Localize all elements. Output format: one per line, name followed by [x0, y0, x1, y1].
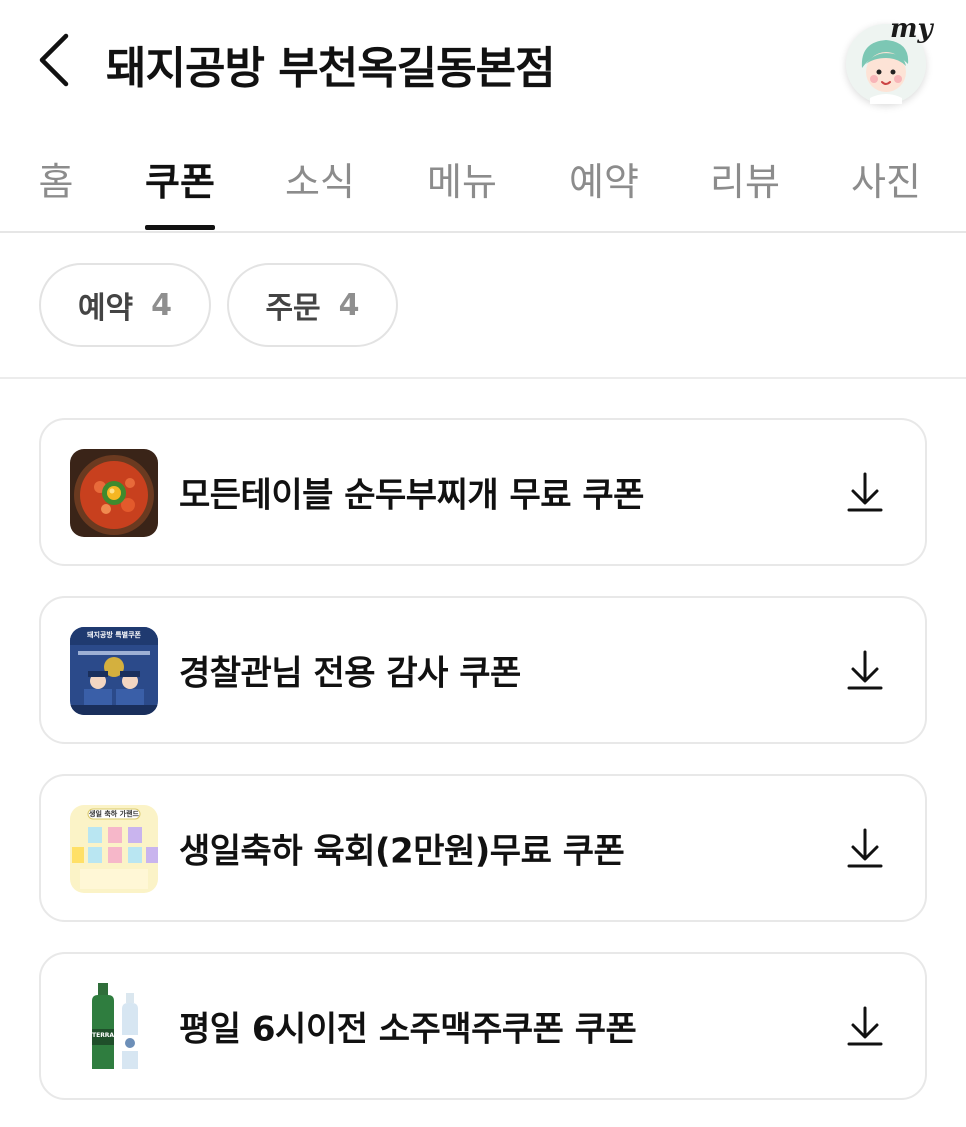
tab-reservation[interactable]: 예약 [569, 151, 639, 206]
tab-photo[interactable]: 사진 [851, 151, 921, 206]
download-icon [847, 650, 883, 690]
police-coupon-image: 돼지공방 특별쿠폰 [70, 627, 158, 715]
tab-coupon[interactable]: 쿠폰 [145, 151, 215, 206]
tab-menu[interactable]: 메뉴 [427, 151, 497, 206]
tab-bar: 홈 쿠폰 소식 메뉴 예약 리뷰 사진 [0, 125, 966, 233]
chevron-left-icon [39, 33, 69, 87]
coupon-title: 평일 6시이전 소주맥주쿠폰 쿠폰 [179, 1009, 637, 1050]
download-button[interactable] [845, 1004, 885, 1048]
birthday-coupon-image: 생일 축하 가랜드 [70, 805, 158, 893]
filter-chip-label: 주문 [265, 291, 321, 326]
avatar-label: my [890, 14, 933, 44]
filter-chip-order[interactable]: 주문 4 [227, 263, 398, 347]
thumb-caption: TERRA [92, 1032, 114, 1039]
filter-chip-reservation[interactable]: 예약 4 [39, 263, 211, 347]
download-icon [847, 1006, 883, 1046]
coupon-filter-bar: 예약 4 주문 4 [0, 233, 966, 379]
filter-chip-label: 예약 [77, 291, 134, 326]
header: 돼지공방 부천옥길동본점 my [0, 0, 966, 125]
coupon-item[interactable]: 생일 축하 가랜드 생일축하 육회(2만원)무료 쿠폰 [39, 774, 927, 922]
back-button[interactable] [30, 30, 80, 90]
tab-news[interactable]: 소식 [285, 151, 355, 206]
coupon-item[interactable]: 모든테이블 순두부찌개 무료 쿠폰 [39, 418, 927, 566]
thumb-caption: 생일 축하 가랜드 [89, 810, 139, 818]
download-button[interactable] [845, 826, 885, 870]
filter-chip-count: 4 [338, 287, 360, 323]
download-button[interactable] [845, 648, 885, 692]
coupon-item[interactable]: 돼지공방 특별쿠폰 경찰관님 전용 감사 쿠폰 [39, 596, 927, 744]
thumb-caption: 돼지공방 특별쿠폰 [87, 631, 141, 639]
avatar[interactable]: my [846, 14, 933, 104]
coupon-item[interactable]: TERRA 평일 6시이전 소주맥주쿠폰 쿠폰 [39, 952, 927, 1100]
tab-review[interactable]: 리뷰 [710, 151, 780, 206]
soju-beer-image: TERRA [70, 983, 158, 1071]
download-button[interactable] [845, 470, 885, 514]
page-title: 돼지공방 부천옥길동본점 [106, 43, 556, 94]
download-icon [847, 828, 883, 868]
coupon-title: 경찰관님 전용 감사 쿠폰 [179, 653, 521, 694]
soondubu-stew-image [70, 449, 158, 537]
coupon-title: 생일축하 육회(2만원)무료 쿠폰 [179, 831, 625, 872]
coupon-title: 모든테이블 순두부찌개 무료 쿠폰 [179, 475, 644, 516]
tab-home[interactable]: 홈 [39, 151, 74, 206]
filter-chip-count: 4 [151, 287, 173, 323]
download-icon [847, 472, 883, 512]
active-tab-indicator [145, 225, 215, 230]
